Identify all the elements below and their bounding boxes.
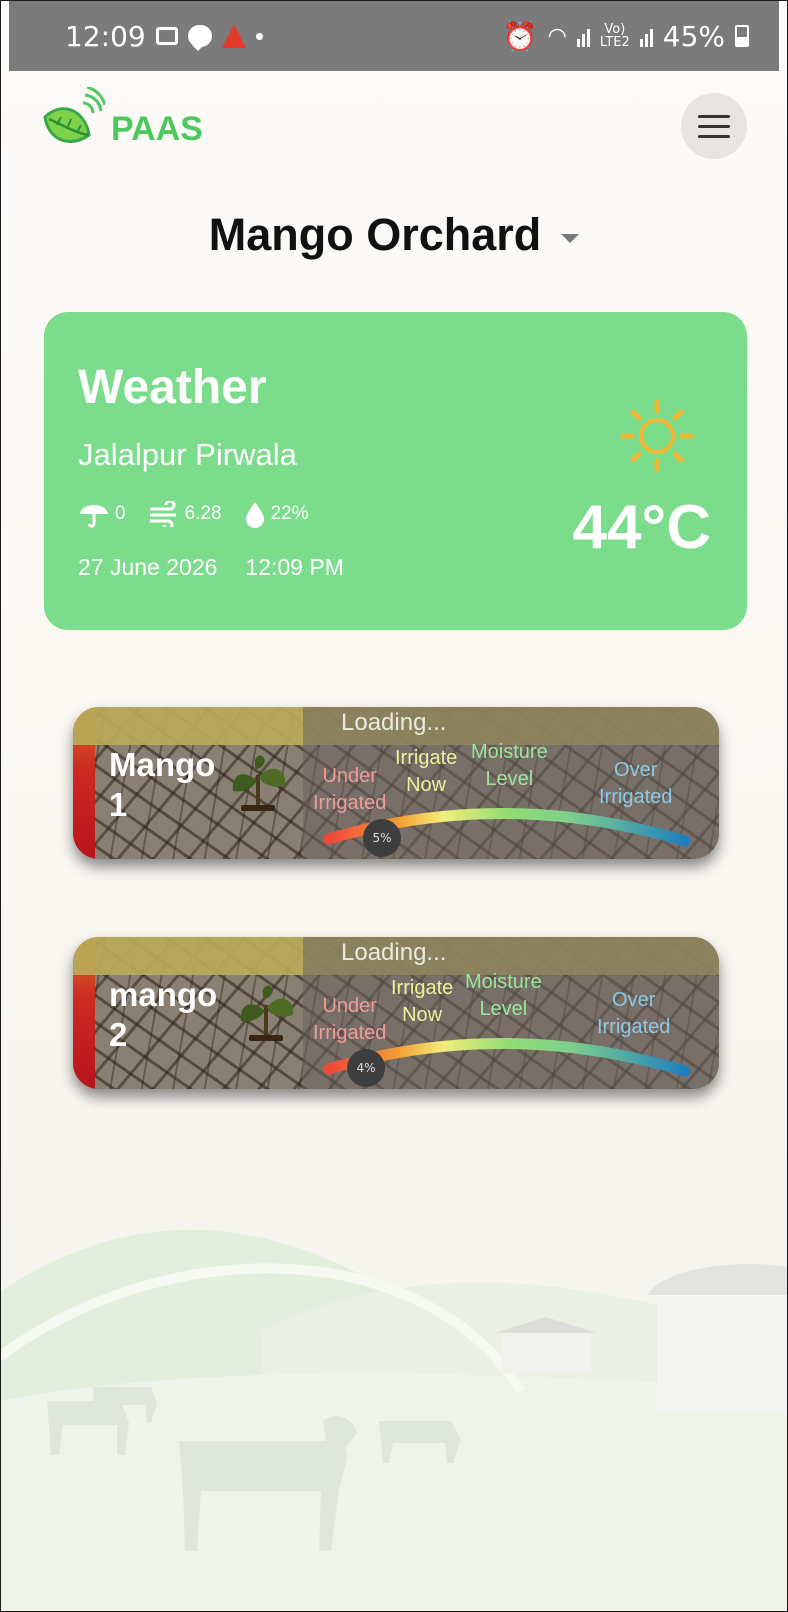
battery-icon — [735, 25, 749, 47]
menu-button[interactable] — [681, 93, 747, 159]
farm-selector[interactable]: Mango Orchard — [1, 209, 787, 261]
label-text: Over — [612, 989, 656, 1011]
app-screen: 12:09 ⏰ ◠ Vo) LTE2 45% PAAS Mango Orchar… — [0, 0, 788, 1612]
hamburger-icon-line — [698, 124, 730, 128]
logo-text: PAAS — [111, 109, 203, 148]
wilted-plant-icon — [240, 985, 294, 1041]
wind-icon — [149, 501, 176, 527]
navigation-icon — [221, 24, 246, 48]
alarm-icon: ⏰ — [502, 19, 538, 53]
label-text: Level — [479, 998, 528, 1020]
wind-stat: 6.28 — [148, 501, 222, 527]
gallery-icon — [155, 27, 178, 45]
rain-stat: 0 — [78, 500, 126, 528]
weather-stats: 0 6.28 22% — [78, 500, 325, 528]
sensor-name-line1: Mango — [109, 746, 216, 783]
status-time: 12:09 — [65, 19, 146, 53]
loading-status: Loading... — [341, 709, 447, 736]
moisture-percent-badge: 5% — [363, 819, 401, 857]
status-bar: 12:09 ⏰ ◠ Vo) LTE2 45% — [9, 1, 779, 71]
chevron-down-icon — [561, 233, 580, 243]
signal-2-icon — [639, 25, 653, 47]
sensor-name-line2: 1 — [109, 786, 128, 823]
label-text: Irrigate — [395, 747, 458, 769]
weather-date: 27 June 2026 — [78, 554, 218, 580]
signal-icon — [576, 25, 590, 47]
weather-time: 12:09 PM — [245, 554, 344, 580]
lte-label: LTE2 — [599, 35, 630, 50]
loading-status: Loading... — [341, 939, 447, 966]
irrigate-now-label: Irrigate Now — [391, 975, 453, 1029]
sensor-name: mango 2 — [109, 975, 229, 1055]
sensor-card-mango-1[interactable]: Loading... Mango 1 Under Irrigated Irriga… — [73, 707, 719, 859]
moisture-level-label: Moisture Level — [471, 739, 548, 793]
label-text: Under — [322, 765, 377, 787]
sensor-name: Mango 1 — [109, 745, 229, 825]
label-text: Irrigate — [391, 977, 454, 999]
humidity-stat: 22% — [244, 500, 309, 528]
wilted-plant-icon — [232, 755, 286, 811]
label-text: Moisture — [465, 971, 542, 993]
farm-name: Mango Orchard — [208, 209, 542, 260]
umbrella-icon — [80, 505, 108, 528]
label-text: Moisture — [471, 741, 548, 763]
weather-title: Weather — [78, 361, 267, 414]
moisture-percent-badge: 4% — [347, 1049, 385, 1087]
rain-value: 0 — [115, 503, 126, 524]
volte-indicator: Vo) LTE2 — [600, 23, 630, 49]
sun-icon — [620, 399, 694, 473]
weather-card: Weather Jalalpur Pirwala 0 6.28 22% 27 J… — [44, 312, 747, 630]
hamburger-icon-line — [698, 114, 730, 118]
sensor-card-mango-2[interactable]: Loading... mango 2 Under Irrigated Irriga… — [73, 937, 719, 1089]
humidity-value: 22% — [270, 503, 309, 524]
leaf-wifi-icon — [43, 87, 105, 143]
label-text: Over — [614, 759, 658, 781]
weather-location: Jalalpur Pirwala — [78, 437, 297, 472]
chat-icon — [187, 25, 212, 51]
wind-value: 6.28 — [184, 503, 222, 524]
label-text: Under — [322, 995, 377, 1017]
droplet-icon — [245, 502, 264, 528]
weather-datetime: 27 June 2026 12:09 PM — [78, 554, 344, 581]
label-text: Now — [402, 1004, 443, 1026]
temperature: 44°C — [572, 493, 711, 562]
sensor-name-line2: 2 — [109, 1016, 128, 1053]
farm-background-illustration — [1, 1229, 787, 1611]
sensor-name-line1: mango — [109, 976, 218, 1013]
moisture-level-label: Moisture Level — [465, 969, 542, 1023]
label-text: Level — [485, 768, 534, 790]
hamburger-icon-line — [698, 134, 730, 138]
wifi-icon: ◠ — [547, 23, 567, 49]
irrigate-now-label: Irrigate Now — [395, 745, 457, 799]
battery-percent: 45% — [662, 19, 725, 53]
more-notifications-icon — [255, 32, 263, 40]
app-logo: PAAS — [39, 87, 203, 157]
label-text: Now — [406, 774, 447, 796]
